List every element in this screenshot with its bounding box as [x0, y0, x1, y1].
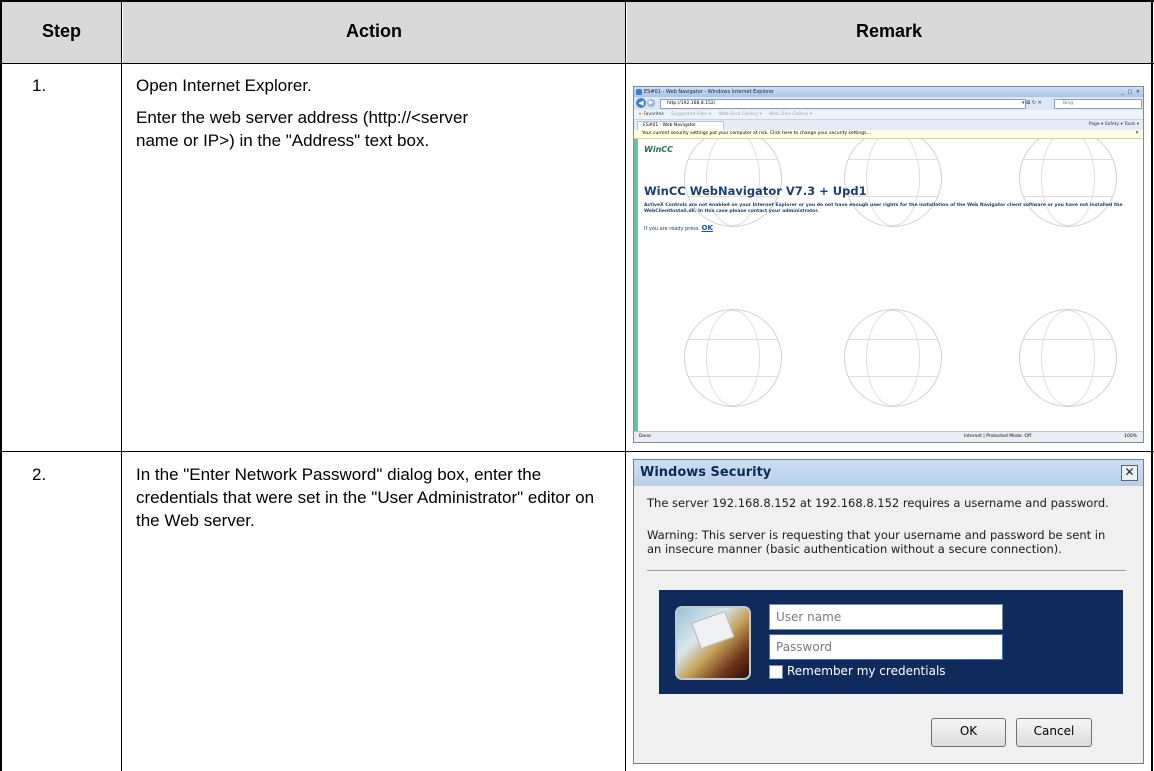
- ie-screenshot: ES#01 - Web Navigator - Windows Internet…: [633, 86, 1144, 443]
- wincc-logo: WinCC: [644, 145, 674, 154]
- ie-navigation-bar: ◀ ▶ http://192.168.8.152/ ▾ ⊠ ↻ ✕ Bing: [634, 97, 1143, 110]
- warning-line: Warning: This server is requesting that …: [647, 528, 1106, 542]
- ie-address-bar: http://192.168.8.152/: [660, 99, 1026, 109]
- username-field[interactable]: User name: [769, 604, 1003, 630]
- dialog-title: Windows Security: [640, 465, 772, 480]
- ok-button[interactable]: OK: [931, 718, 1006, 747]
- globe-watermark: [844, 309, 942, 407]
- info-bar-text: Your current security settings put your …: [642, 131, 871, 136]
- refresh-stop-icons: ▾ ⊠ ↻ ✕: [1022, 100, 1042, 106]
- favorites-label: Favorites: [643, 112, 664, 117]
- ie-tab-bar: ES#01 - Web Navigator Page ▾ Safety ▾ To…: [634, 119, 1143, 131]
- warning-line: an insecure manner (basic authentication…: [647, 542, 1062, 556]
- ie-page-body: WinCC WinCC WebNavigator V7.3 + Upd1 Act…: [634, 139, 1143, 432]
- server-message: The server 192.168.8.152 at 192.168.8.15…: [647, 496, 1109, 510]
- ie-favorites-bar: ★ Favorites Suggested Sites ▾ Web Slice …: [634, 110, 1143, 119]
- webnavigator-title: WinCC WebNavigator V7.3 + Upd1: [644, 184, 867, 198]
- step-number: 2.: [32, 465, 47, 484]
- globe-watermark: [684, 309, 782, 407]
- dialog-title-bar: Windows Security ✕: [634, 460, 1143, 486]
- action-text: In the "Enter Network Password" dialog b…: [136, 463, 606, 541]
- window-controls-icon: _ □ ✕: [1121, 89, 1141, 95]
- grid-line: [0, 0, 1154, 2]
- web-slice-gallery: Web Slice Gallery ▾: [769, 112, 813, 117]
- close-icon: ✕: [1135, 131, 1139, 136]
- action-text: Open Internet Explorer. Enter the web se…: [136, 74, 476, 161]
- action-paragraph: In the "Enter Network Password" dialog b…: [136, 465, 595, 530]
- remember-label: Remember my credentials: [787, 664, 946, 678]
- header-step: Step: [2, 0, 121, 63]
- divider: [647, 570, 1126, 571]
- action-paragraph: Open Internet Explorer.: [136, 76, 312, 95]
- globe-watermark: [1019, 309, 1117, 407]
- ready-line: If you are ready press OK: [644, 224, 713, 232]
- close-icon[interactable]: ✕: [1121, 465, 1138, 481]
- action-paragraph: Enter the web server address (http://<se…: [136, 108, 469, 150]
- password-field[interactable]: Password: [769, 634, 1003, 660]
- grid-line: [1151, 0, 1153, 771]
- ie-status-bar: Done Internet | Protected Mode: Off 100%: [634, 431, 1143, 442]
- cancel-button[interactable]: Cancel: [1016, 718, 1092, 747]
- forward-arrow-icon: ▶: [647, 99, 655, 107]
- security-zone: Internet | Protected Mode: Off: [964, 434, 1032, 439]
- page-left-bar: [634, 139, 638, 432]
- header-remark: Remark: [627, 0, 1151, 63]
- ie-title-bar: ES#01 - Web Navigator - Windows Internet…: [634, 87, 1143, 97]
- step-number: 1.: [32, 76, 47, 95]
- grid-line: [0, 63, 1154, 64]
- grid-line: [0, 451, 1154, 452]
- ie-window-title: ES#01 - Web Navigator - Windows Internet…: [644, 89, 774, 95]
- ready-text: If you are ready press: [644, 226, 699, 232]
- header-action: Action: [123, 0, 625, 63]
- zoom-level: 100%: [1124, 434, 1137, 439]
- grid-line: [121, 0, 122, 771]
- suggested-sites: Suggested Sites ▾: [671, 112, 712, 117]
- ie-info-bar: Your current security settings put your …: [634, 130, 1143, 139]
- grid-line: [625, 0, 626, 771]
- grid-line: [0, 0, 2, 771]
- back-arrow-icon: ◀: [636, 98, 646, 108]
- activex-message: ActiveX Controls are not enabled on your…: [644, 203, 1123, 214]
- ie-search-box: Bing: [1054, 99, 1142, 109]
- ie-command-bar: Page ▾ Safety ▾ Tools ▾: [1088, 122, 1139, 127]
- ok-link: OK: [701, 224, 713, 232]
- web-slice-gallery: Web Slice Gallery ▾: [718, 112, 762, 117]
- credential-tile-area: User name Password Remember my credentia…: [659, 590, 1123, 694]
- status-text: Done: [639, 434, 651, 439]
- ie-icon: [636, 89, 642, 95]
- remember-checkbox[interactable]: [769, 665, 783, 679]
- favorites-star-icon: ★: [638, 112, 643, 117]
- windows-security-dialog: Windows Security ✕ The server 192.168.8.…: [633, 459, 1144, 764]
- user-avatar: [675, 606, 751, 680]
